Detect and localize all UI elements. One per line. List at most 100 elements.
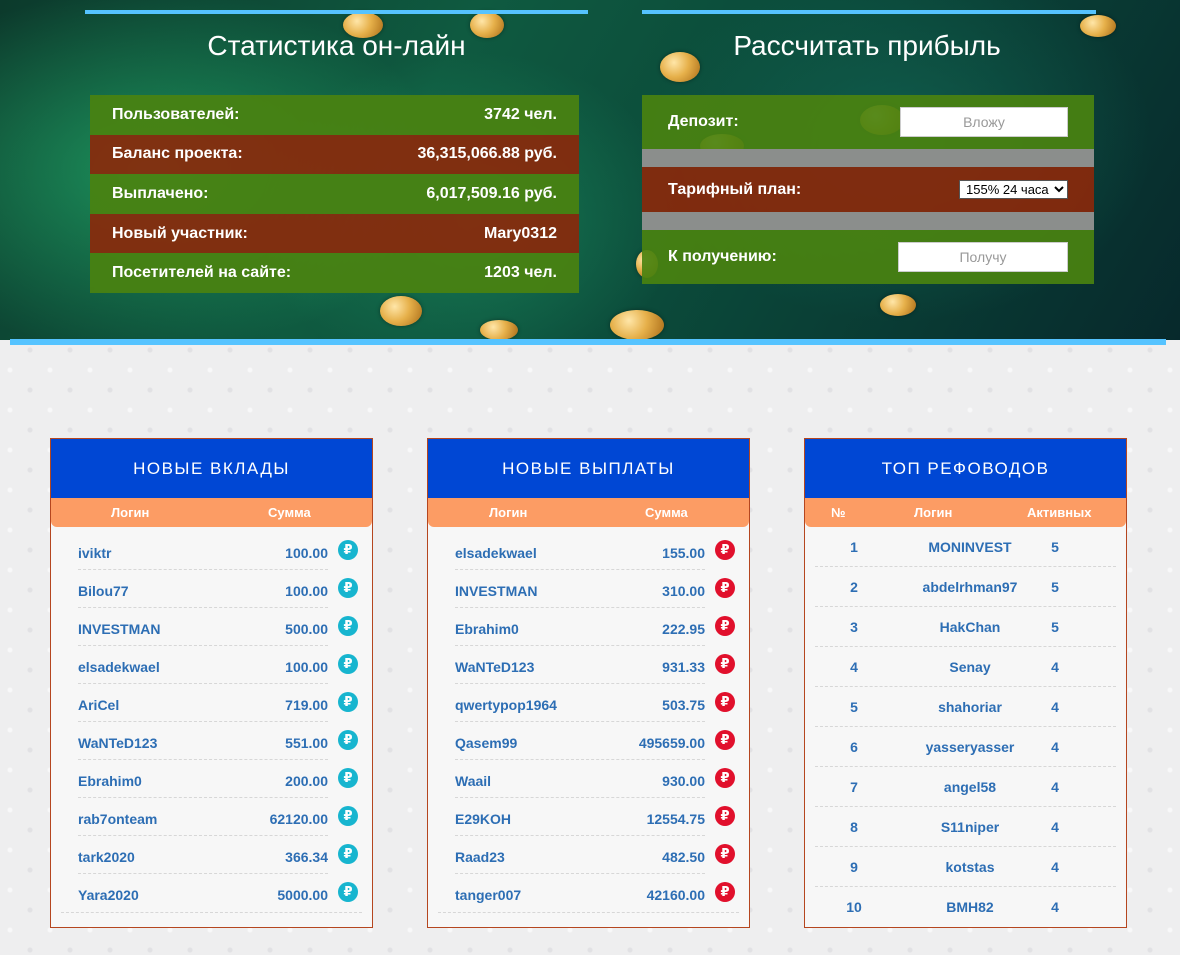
ruble-icon: ₽ [715,768,735,788]
item-login[interactable]: Qasem99 [455,735,517,751]
item-sum: 100.00 [285,583,328,599]
ruble-icon: ₽ [715,654,735,674]
item-login[interactable]: Ebrahim0 [78,773,142,789]
stats-title: Статистика он-лайн [207,30,466,61]
list-item: elsadekwael 100.00 ₽ [78,646,358,684]
table-row: 7 angel58 4 [815,767,1116,807]
receive-label: К получению: [668,248,777,265]
item-sum: 200.00 [285,773,328,789]
new-deposits-panel: НОВЫЕ ВКЛАДЫ Логин Сумма iviktr 100.00 ₽ B… [50,438,373,928]
item-login[interactable]: Raad23 [455,849,505,865]
table-row: 8 S11niper 4 [815,807,1116,847]
row-active: 4 [1051,779,1059,795]
item-login[interactable]: INVESTMAN [455,583,537,599]
top-accent-line-left [85,10,588,14]
list-item: Qasem99 495659.00 ₽ [455,722,735,760]
profit-calculator: Депозит: Тарифный план: 155% 24 часа К п… [642,95,1094,284]
coin-decoration [880,294,916,316]
panel-column-header: Логин Сумма [51,498,372,527]
ruble-icon: ₽ [338,806,358,826]
item-login[interactable]: INVESTMAN [78,621,160,637]
list-item: E29KOH 12554.75 ₽ [455,798,735,836]
coin-decoration [380,296,422,326]
list-item: WaNTeD123 551.00 ₽ [78,722,358,760]
item-login[interactable]: elsadekwael [455,545,537,561]
item-sum: 366.34 [285,849,328,865]
item-sum: 503.75 [662,697,705,713]
list-item: AriCel 719.00 ₽ [78,684,358,722]
calc-separator [642,149,1094,167]
ruble-icon: ₽ [338,692,358,712]
item-login[interactable]: Yara2020 [78,887,139,903]
coin-decoration [610,310,664,340]
item-login[interactable]: WaNTeD123 [78,735,157,751]
row-active: 4 [1051,859,1059,875]
column-login: Логин [489,505,528,520]
deposit-input[interactable] [900,107,1068,137]
ruble-icon: ₽ [715,540,735,560]
item-sum: 310.00 [662,583,705,599]
column-number: № [831,505,846,520]
row-active: 4 [1051,819,1059,835]
row-active: 5 [1051,539,1059,555]
ruble-icon: ₽ [338,844,358,864]
item-login[interactable]: elsadekwael [78,659,160,675]
hero-banner: Статистика он-лайн Рассчитать прибыль По… [0,0,1180,340]
stat-value: 3742 чел. [484,105,557,123]
plan-select[interactable]: 155% 24 часа [959,180,1068,199]
ruble-icon: ₽ [338,578,358,598]
item-sum: 551.00 [285,735,328,751]
stat-row-paid: Выплачено: 6,017,509.16 руб. [90,174,579,214]
deposits-list: iviktr 100.00 ₽ Bilou77 100.00 ₽ INVESTMAN 50… [51,532,372,912]
item-login[interactable]: AriCel [78,697,119,713]
receive-input[interactable] [898,242,1068,272]
item-login[interactable]: E29KOH [455,811,511,827]
column-active: Активных [1027,505,1092,520]
list-item: iviktr 100.00 ₽ [78,532,358,570]
item-login[interactable]: WaNTeD123 [455,659,534,675]
list-item: INVESTMAN 500.00 ₽ [78,608,358,646]
list-item: Yara2020 5000.00 ₽ [78,874,358,912]
stat-label: Новый участник: [112,224,248,242]
item-login[interactable]: Bilou77 [78,583,129,599]
list-item: rab7onteam 62120.00 ₽ [78,798,358,836]
row-active: 4 [1051,899,1059,915]
item-login[interactable]: iviktr [78,545,111,561]
item-sum: 155.00 [662,545,705,561]
top-accent-line-right [642,10,1096,14]
stat-row-users: Пользователей: 3742 чел. [90,95,579,135]
stat-value: 6,017,509.16 руб. [426,184,557,202]
stat-label: Посетителей на сайте: [112,264,292,282]
item-login[interactable]: tanger007 [455,887,521,903]
item-login[interactable]: qwertypop1964 [455,697,557,713]
list-item: Raad23 482.50 ₽ [455,836,735,874]
table-row: 10 BMH82 4 [815,887,1116,927]
item-sum: 930.00 [662,773,705,789]
item-login[interactable]: tark2020 [78,849,135,865]
row-active: 5 [1051,619,1059,635]
list-item: Bilou77 100.00 ₽ [78,570,358,608]
table-row: 9 kotstas 4 [815,847,1116,887]
calc-row-plan: Тарифный план: 155% 24 часа [642,167,1094,212]
ruble-icon: ₽ [338,768,358,788]
coin-decoration [480,320,518,340]
ruble-icon: ₽ [338,730,358,750]
table-row: 1 MONINVEST 5 [815,527,1116,567]
list-item: tanger007 42160.00 ₽ [455,874,735,912]
item-login[interactable]: Ebrahim0 [455,621,519,637]
row-active: 4 [1051,659,1059,675]
row-active: 5 [1051,579,1059,595]
list-divider [61,912,362,913]
column-login: Логин [914,505,953,520]
item-sum: 222.95 [662,621,705,637]
stat-row-balance: Баланс проекта: 36,315,066.88 руб. [90,134,579,175]
list-divider [438,912,739,913]
item-sum: 500.00 [285,621,328,637]
item-login[interactable]: rab7onteam [78,811,157,827]
new-payouts-panel: НОВЫЕ ВЫПЛАТЫ Логин Сумма elsadekwael 155… [427,438,750,928]
item-login[interactable]: Waail [455,773,491,789]
stat-value: 36,315,066.88 руб. [417,145,557,163]
panel-column-header: № Логин Активных [805,498,1126,527]
stat-row-new-member: Новый участник: Mary0312 [90,213,579,254]
top-referrers-panel: ТОП РЕФОВОДОВ № Логин Активных 1 MONINVES… [804,438,1127,928]
